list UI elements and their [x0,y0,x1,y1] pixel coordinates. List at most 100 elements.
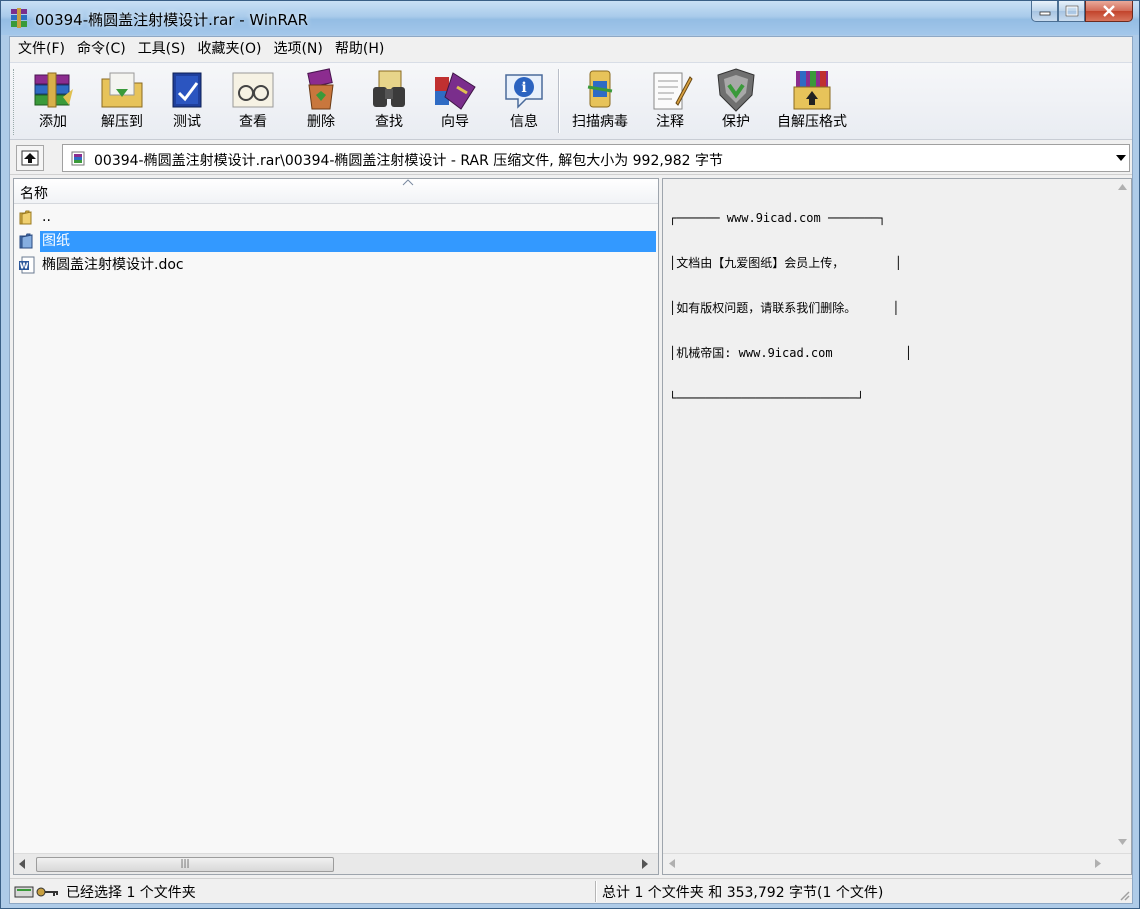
extract-folder-icon [101,72,143,108]
resize-grip-icon[interactable] [1118,889,1130,901]
archive-books-icon [34,72,73,108]
toolbar-separator [558,69,560,133]
chevron-down-icon[interactable] [1116,154,1126,162]
extract-label: 解压到 [101,114,143,130]
find-label: 查找 [375,114,403,130]
scroll-right-icon[interactable] [1095,859,1101,868]
horizontal-scrollbar[interactable]: ||| [14,853,658,874]
column-name-label: 名称 [20,186,48,202]
extract-button[interactable]: 解压到 [92,67,152,137]
word-document-icon: W [19,256,35,274]
address-combo[interactable]: 00394-椭圆盖注射模设计.rar\00394-椭圆盖注射模设计 - RAR … [62,144,1130,172]
wizard-label: 向导 [441,114,469,130]
rar-archive-icon [71,151,85,166]
menu-help[interactable]: 帮助(H) [329,37,390,61]
comment-button[interactable]: 注释 [642,67,698,137]
info-button[interactable]: i 信息 [496,67,552,137]
comment-label: 注释 [656,114,684,130]
scroll-left-icon[interactable] [669,859,675,868]
list-item-folder-selected[interactable]: 图纸 [14,229,658,253]
comment-line: ┌────── www.9icad.com ───────┐ [669,211,886,225]
menu-options[interactable]: 选项(N) [267,37,328,61]
add-label: 添加 [39,114,67,130]
list-item-label: 图纸 [40,231,656,252]
status-selection: 已经选择 1 个文件夹 [66,885,196,901]
minimize-icon [1039,11,1050,16]
vertical-scrollbar[interactable] [1114,179,1131,853]
comment-line: └─────────────────────────┘ [669,391,865,405]
menu-tools[interactable]: 工具(S) [132,37,192,61]
test-button[interactable]: 测试 [160,67,214,137]
toolbar: 添加 解压到 测试 查看 删除 查找 向导 i 信息 扫描病毒 注释 保护 自解… [10,62,1132,140]
binoculars-icon [373,70,405,107]
maximize-button[interactable] [1058,1,1085,22]
maximize-icon [1065,5,1078,17]
sfx-box-icon [793,71,831,110]
address-path: 00394-椭圆盖注射模设计.rar\00394-椭圆盖注射模设计 - RAR … [94,153,723,169]
winrar-app-icon [11,8,27,28]
protect-button[interactable]: 保护 [708,67,764,137]
status-divider [595,881,597,902]
delete-button[interactable]: 删除 [292,67,350,137]
list-item-label: 椭圆盖注射模设计.doc [42,257,184,273]
comment-horizontal-scrollbar[interactable] [663,853,1131,874]
delete-bin-icon [307,68,334,110]
menu-commands[interactable]: 命令(C) [71,37,132,61]
comment-notepad-icon [653,72,693,110]
virusscan-icon [587,70,613,108]
scroll-right-icon[interactable] [642,859,649,869]
shield-icon [717,68,755,112]
sort-ascending-icon [402,179,414,186]
minimize-button[interactable] [1031,1,1058,22]
close-button[interactable] [1085,1,1133,22]
delete-label: 删除 [307,114,335,130]
test-book-icon [172,72,202,108]
view-glasses-icon [232,72,274,108]
svg-text:i: i [521,80,526,96]
scroll-left-icon[interactable] [19,859,26,869]
find-button[interactable]: 查找 [360,67,418,137]
menu-favorites[interactable]: 收藏夹(O) [192,37,268,61]
virusscan-button[interactable]: 扫描病毒 [566,67,634,137]
drive-key-icon [14,886,58,898]
file-list-pane: 名称 .. 图纸 W 椭圆盖注射模设计.doc ||| [13,178,659,875]
status-total: 总计 1 个文件夹 和 353,792 字节(1 个文件) [602,885,884,901]
menu-bar: 文件(F) 命令(C) 工具(S) 收藏夹(O) 选项(N) 帮助(H) [10,37,1132,61]
scroll-down-icon[interactable] [1118,839,1127,845]
sfx-button[interactable]: 自解压格式 [772,67,852,137]
comment-line: │机械帝国: www.9icad.com │ [669,346,913,360]
folder-icon [19,233,33,249]
test-label: 测试 [173,114,201,130]
file-list: .. 图纸 W 椭圆盖注射模设计.doc [14,205,658,277]
sfx-label: 自解压格式 [777,114,847,130]
up-folder-button[interactable] [16,145,44,171]
comment-pane: ┌────── www.9icad.com ───────┐ │文档由【九爱图纸… [662,178,1132,875]
list-item-file[interactable]: W 椭圆盖注射模设计.doc [14,253,658,277]
toolbar-grip[interactable] [13,69,16,135]
winrar-window: 00394-椭圆盖注射模设计.rar - WinRAR 文件(F) 命令(C) … [0,0,1140,909]
protect-label: 保护 [722,114,750,130]
status-bar: 已经选择 1 个文件夹 总计 1 个文件夹 和 353,792 字节(1 个文件… [10,878,1132,903]
view-label: 查看 [239,114,267,130]
window-title: 00394-椭圆盖注射模设计.rar - WinRAR [35,11,309,29]
info-icon: i [505,74,543,109]
close-icon [1103,5,1115,17]
title-bar[interactable]: 00394-椭圆盖注射模设计.rar - WinRAR [1,1,1139,35]
view-button[interactable]: 查看 [224,67,282,137]
column-header-name[interactable]: 名称 [14,179,658,204]
menu-file[interactable]: 文件(F) [12,37,71,61]
add-button[interactable]: 添加 [22,67,84,137]
wizard-button[interactable]: 向导 [424,67,486,137]
list-item-parent[interactable]: .. [14,205,658,229]
scroll-up-icon[interactable] [1118,184,1127,190]
list-item-label: .. [42,209,51,225]
client-area: 文件(F) 命令(C) 工具(S) 收藏夹(O) 选项(N) 帮助(H) 添加 [9,36,1133,904]
scrollbar-thumb[interactable]: ||| [36,857,334,872]
up-arrow-icon [21,150,39,166]
comment-line: │如有版权问题，请联系我们删除。 │ [669,301,900,315]
address-bar: 00394-椭圆盖注射模设计.rar\00394-椭圆盖注射模设计 - RAR … [10,141,1132,175]
folder-icon [19,210,32,225]
virusscan-label: 扫描病毒 [572,114,628,130]
comment-line: │文档由【九爱图纸】会员上传， │ [669,256,903,270]
wizard-icon [435,72,476,110]
